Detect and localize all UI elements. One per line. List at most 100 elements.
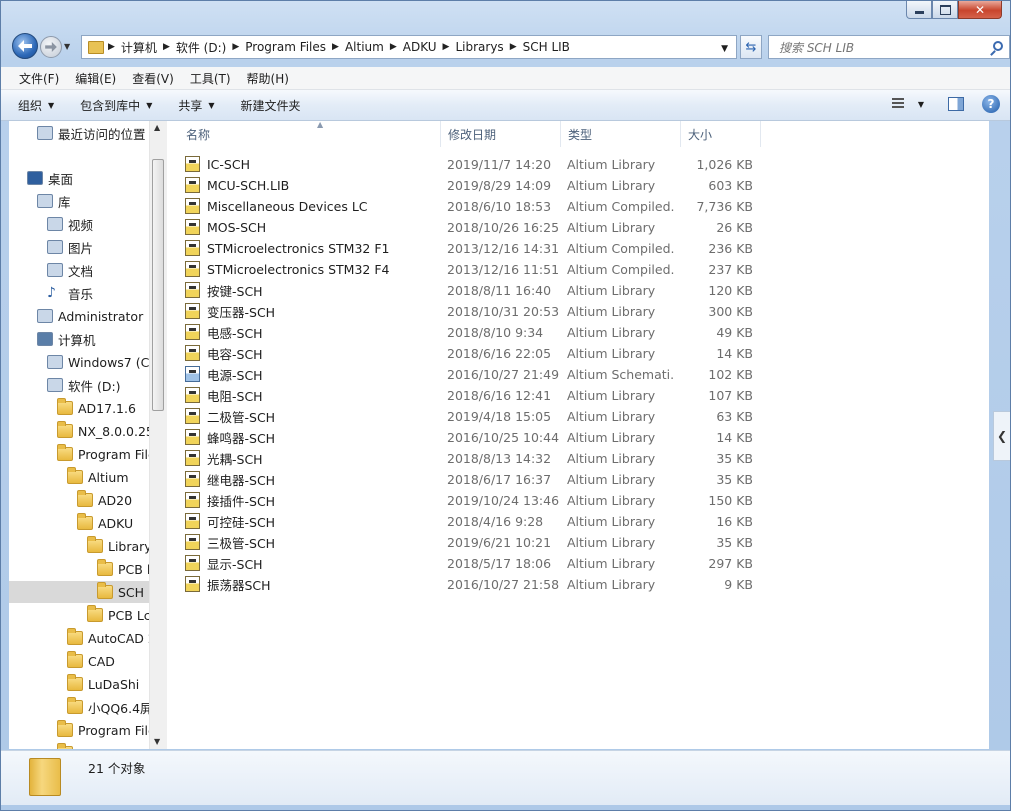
file-row[interactable]: STMicroelectronics STM32 F4 2013/12/16 11… [185,259,765,280]
file-row[interactable]: 二极管-SCH 2019/4/18 15:05 Altium Library 63 K… [185,406,765,427]
file-row[interactable]: 振荡器SCH 2016/10/27 21:58 Altium Library 9 KB [185,574,765,595]
search-icon[interactable] [993,41,1003,51]
file-list: 名称 ▲ 修改日期 类型 大小 IC-SCH 2019/11/7 14:20 Alt… [167,120,989,749]
collapse-pane-button[interactable]: ❮ [993,411,1010,461]
breadcrumb-program-files[interactable]: Program Files [239,40,332,54]
scroll-up-arrow-icon[interactable]: ▲ [154,123,160,132]
new-folder-button[interactable]: 新建文件夹 [241,97,301,114]
recent-pages-dropdown[interactable]: ▼ [64,42,74,52]
nav-item-label: Program File [78,722,149,738]
menu-edit[interactable]: 编辑(E) [67,70,124,87]
file-row[interactable]: MCU-SCH.LIB 2019/8/29 14:09 Altium Library… [185,175,765,196]
nav-item[interactable]: AutoCAD 2 [67,627,149,649]
preview-pane-button[interactable] [948,97,964,111]
schematic-file-icon [185,366,200,382]
help-icon[interactable]: ? [982,95,1000,113]
breadcrumb-drive-d[interactable]: 软件 (D:) [170,39,232,56]
nav-item[interactable]: 文档 [47,259,93,281]
nav-item[interactable]: 库 [37,190,71,212]
nav-item[interactable]: PCB Lc [87,604,149,626]
scrollbar-thumb[interactable] [152,159,164,411]
nav-item[interactable]: 软件 (D:) [47,374,121,396]
chevron-right-icon: ▶ [389,42,397,52]
column-header-name[interactable]: 名称 ▲ [179,120,441,147]
nav-item[interactable]: 桌面 [27,167,73,189]
nav-item[interactable]: 最近访问的位置 [37,122,146,144]
nav-item[interactable]: UG NX10.0 [57,742,147,749]
nav-item[interactable]: PCB l [97,558,149,580]
column-header-size[interactable]: 大小 [681,121,761,147]
file-row[interactable]: MOS-SCH 2018/10/26 16:25 Altium Library 26 … [185,217,765,238]
maximize-button[interactable] [932,1,958,19]
nav-item[interactable]: AD17.1.6 [57,397,136,419]
nav-item[interactable]: ♪ 音乐 [47,282,93,304]
file-row[interactable]: Miscellaneous Devices LC 2018/6/10 18:53 A… [185,196,765,217]
navigation-scrollbar[interactable]: ▲ ▼ [149,121,167,749]
file-row[interactable]: 变压器-SCH 2018/10/31 20:53 Altium Library 300… [185,301,765,322]
nav-item[interactable]: LuDaShi [67,673,139,695]
share-button[interactable]: 共享 ▼ [178,97,214,114]
nav-item[interactable]: 视频 [47,213,93,235]
file-row[interactable]: 电源-SCH 2016/10/27 21:49 Altium Schemati...… [185,364,765,385]
change-view-button[interactable]: ▼ [891,98,924,110]
nav-item[interactable]: SCH [9,581,149,603]
file-row[interactable]: 三极管-SCH 2019/6/21 10:21 Altium Library 35 K… [185,532,765,553]
file-row[interactable]: 电感-SCH 2018/8/10 9:34 Altium Library 49 KB [185,322,765,343]
nav-item[interactable]: 小QQ6.4屏 [67,696,149,718]
chevron-down-icon: ▼ [146,100,153,110]
organize-button[interactable]: 组织 ▼ [18,97,54,114]
nav-item[interactable]: Program File [57,443,149,465]
nav-item[interactable]: 计算机 [37,328,96,350]
folder-icon [57,720,73,737]
file-row[interactable]: STMicroelectronics STM32 F1 2013/12/16 14… [185,238,765,259]
breadcrumb-librarys[interactable]: Librarys [449,40,509,54]
library-file-icon [185,156,200,172]
address-dropdown-icon[interactable]: ▼ [721,44,728,54]
nav-item[interactable]: Altium [67,466,129,488]
column-header-date[interactable]: 修改日期 [441,121,561,147]
nav-item[interactable]: Administrator [37,305,143,327]
breadcrumb-sch-lib[interactable]: SCH LIB [517,40,576,54]
nav-item[interactable]: ADKU [77,512,133,534]
navigation-pane[interactable]: 最近访问的位置桌面库视频 图片 文档 ♪ 音乐 Administrator 计算机 Windo… [9,121,149,749]
folder-icon [57,398,73,415]
file-row[interactable]: 电容-SCH 2018/6/16 22:05 Altium Library 14 KB [185,343,765,364]
include-in-library-button[interactable]: 包含到库中 ▼ [80,97,152,114]
close-button[interactable]: ✕ [958,1,1002,19]
file-row[interactable]: 继电器-SCH 2018/6/17 16:37 Altium Library 35 K… [185,469,765,490]
address-bar[interactable]: ▶ 计算机 ▶ 软件 (D:) ▶ Program Files ▶ Altium… [81,35,737,59]
search-box[interactable] [768,35,1010,59]
nav-item[interactable]: 图片 [47,236,93,258]
back-button[interactable] [12,33,38,59]
file-row[interactable]: 按键-SCH 2018/8/11 16:40 Altium Library 120 K… [185,280,765,301]
minimize-button[interactable] [906,1,932,19]
nav-item[interactable]: NX_8.0.0.25_ [57,420,149,442]
nav-item[interactable]: Library [87,535,149,557]
breadcrumb-computer[interactable]: 计算机 [115,39,163,56]
file-row[interactable]: 可控硅-SCH 2018/4/16 9:28 Altium Library 16 KB [185,511,765,532]
nav-item[interactable]: AD20 [77,489,132,511]
column-header-type[interactable]: 类型 [561,121,681,147]
file-row[interactable]: 蜂鸣器-SCH 2016/10/25 10:44 Altium Library 14 … [185,427,765,448]
forward-button[interactable] [40,36,62,58]
file-size: 9 KB [724,577,753,592]
file-row[interactable]: 光耦-SCH 2018/8/13 14:32 Altium Library 35 KB [185,448,765,469]
nav-item-label: Altium [88,469,129,485]
file-type: Altium Compiled... [567,241,675,256]
nav-item[interactable]: CAD [67,650,115,672]
scroll-down-arrow-icon[interactable]: ▼ [154,737,160,746]
file-row[interactable]: IC-SCH 2019/11/7 14:20 Altium Library 1,026… [185,154,765,175]
search-input[interactable] [777,37,981,59]
file-row[interactable]: 电阻-SCH 2018/6/16 12:41 Altium Library 107 K… [185,385,765,406]
breadcrumb-altium[interactable]: Altium [339,40,390,54]
menu-file[interactable]: 文件(F) [11,70,67,87]
file-row[interactable]: 接插件-SCH 2019/10/24 13:46 Altium Library 150… [185,490,765,511]
refresh-button[interactable]: ⇆ [740,35,762,59]
menu-tools[interactable]: 工具(T) [182,70,239,87]
file-row[interactable]: 显示-SCH 2018/5/17 18:06 Altium Library 297 K… [185,553,765,574]
menu-view[interactable]: 查看(V) [124,70,182,87]
menu-help[interactable]: 帮助(H) [239,70,297,87]
nav-item[interactable]: Windows7 (C: [47,351,149,373]
nav-item[interactable]: Program File [57,719,149,741]
breadcrumb-adku[interactable]: ADKU [397,40,443,54]
